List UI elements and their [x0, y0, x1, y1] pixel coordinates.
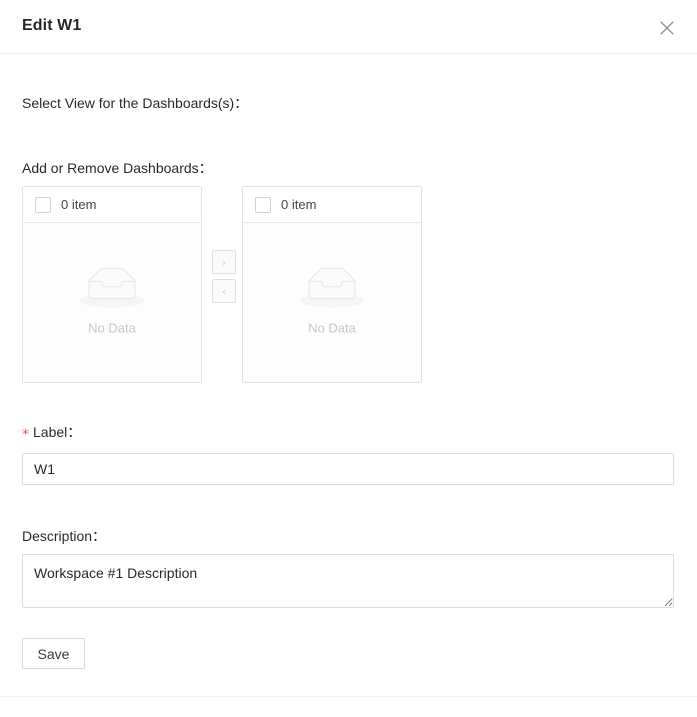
close-x-icon: [660, 21, 674, 35]
footer-divider: [0, 696, 697, 697]
label-field-label: * Label：: [22, 422, 81, 442]
transfer-to-right-button[interactable]: ›: [212, 250, 236, 274]
transfer-target-header: 0 item: [243, 187, 421, 223]
modal-header: Edit W1: [0, 0, 697, 54]
modal-body: Select View for the Dashboards(s)： Add o…: [0, 54, 697, 697]
transfer-source-select-all-checkbox[interactable]: [35, 196, 51, 213]
transfer-source-header: 0 item: [23, 187, 201, 223]
transfer-source-body[interactable]: No Data: [23, 223, 201, 382]
transfer-operations: › ‹: [212, 250, 236, 303]
empty-box-icon: [300, 267, 364, 313]
transfer-target-body[interactable]: No Data: [243, 223, 421, 382]
save-button[interactable]: Save: [22, 638, 85, 669]
dashboards-transfer: 0 item No Data › ‹ 0 item No Data: [22, 186, 422, 383]
description-field-label: Description：: [22, 528, 107, 544]
transfer-target-empty-state: No Data: [243, 267, 421, 335]
empty-box-icon: [80, 267, 144, 313]
label-field-label-text: Label：: [33, 424, 82, 440]
transfer-source-empty-state: No Data: [23, 267, 201, 335]
transfer-source-panel: 0 item No Data: [22, 186, 202, 383]
transfer-target-count: 0 item: [281, 197, 317, 212]
transfer-target-empty-text: No Data: [308, 320, 356, 336]
chevron-right-icon: ›: [221, 255, 227, 269]
page-title: Edit W1: [22, 17, 82, 34]
add-remove-dashboards-label: Add or Remove Dashboards：: [22, 160, 213, 176]
transfer-source-count: 0 item: [61, 197, 97, 212]
description-textarea[interactable]: Workspace #1 Description: [22, 554, 674, 608]
transfer-to-left-button[interactable]: ‹: [212, 279, 236, 303]
required-marker-icon: *: [22, 427, 29, 443]
select-view-label: Select View for the Dashboards(s)：: [22, 95, 249, 111]
transfer-target-select-all-checkbox[interactable]: [255, 196, 271, 213]
chevron-left-icon: ‹: [221, 284, 227, 298]
transfer-target-panel: 0 item No Data: [242, 186, 422, 383]
close-button[interactable]: [653, 14, 681, 42]
transfer-source-empty-text: No Data: [88, 320, 136, 336]
label-input[interactable]: [22, 453, 674, 485]
